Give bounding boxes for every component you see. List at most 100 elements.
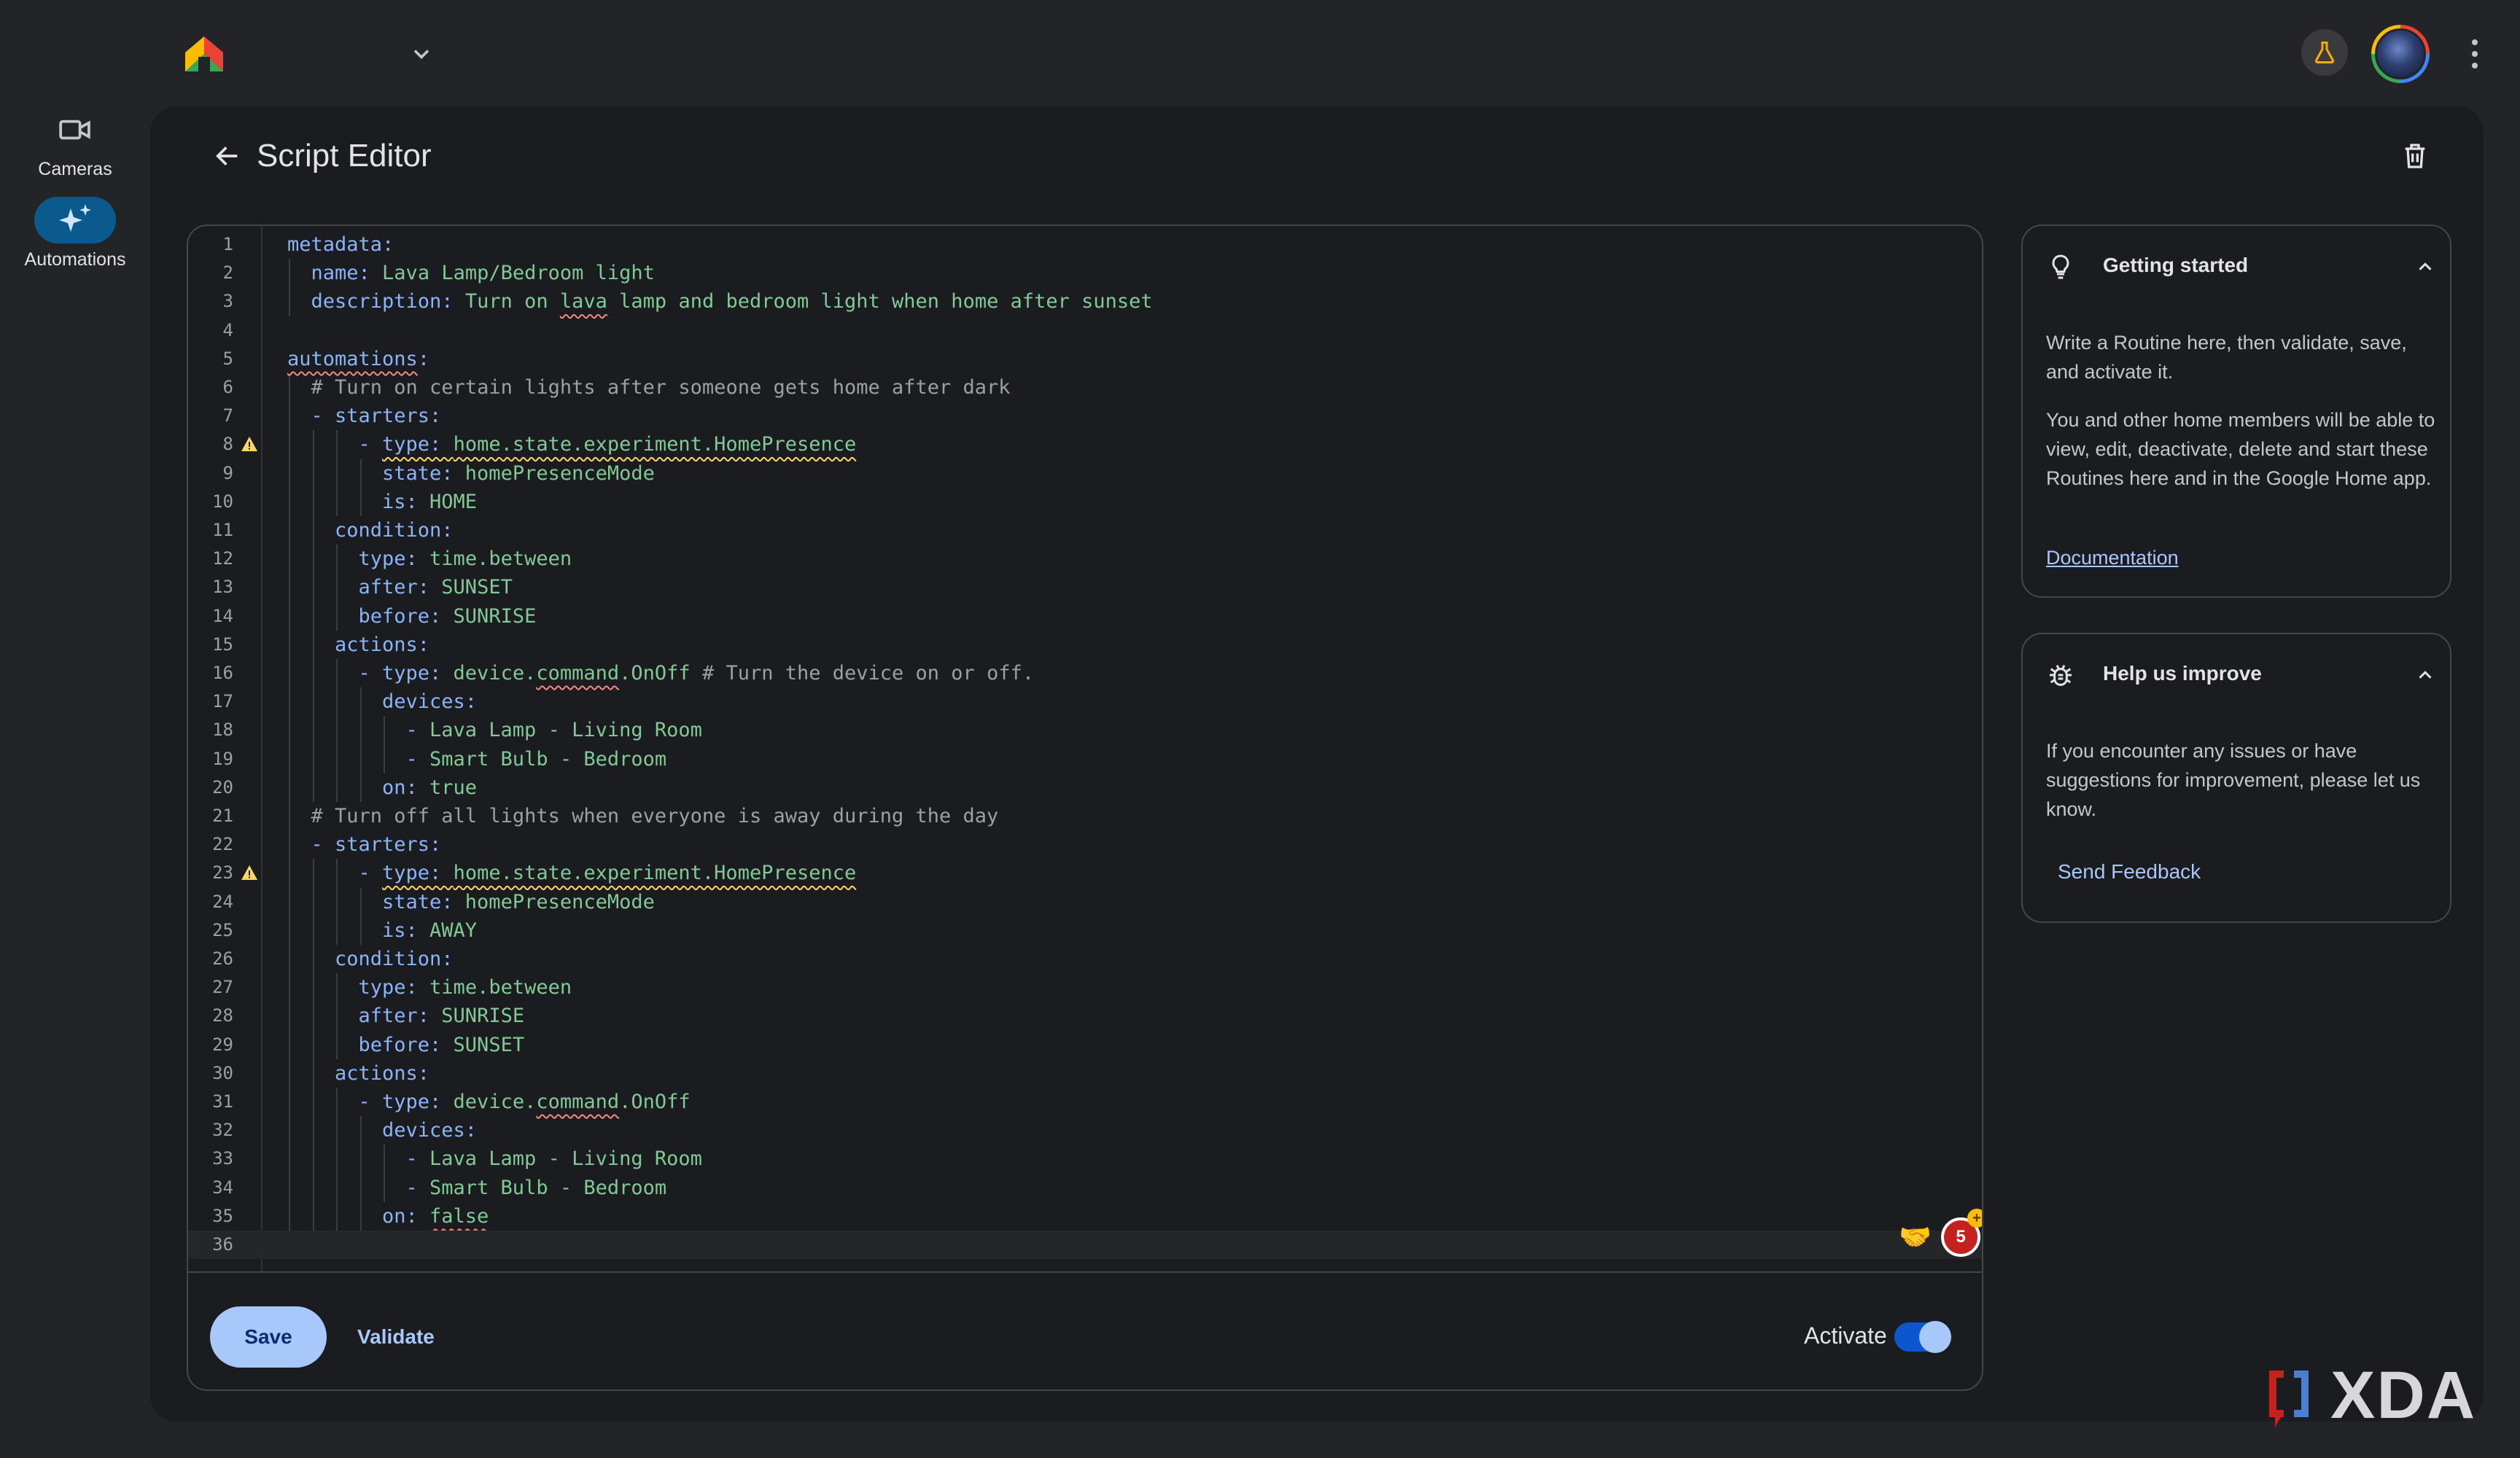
lightbulb-icon bbox=[2052, 254, 2069, 279]
code-line[interactable]: 6 # Turn on certain lights after someone … bbox=[188, 373, 1982, 402]
documentation-link[interactable]: Documentation bbox=[2046, 547, 2179, 569]
line-number: 32 bbox=[212, 1120, 233, 1141]
code-line[interactable]: 33 - Lava Lamp - Living Room bbox=[188, 1145, 1982, 1173]
code-text: condition: bbox=[335, 519, 454, 542]
code-line[interactable]: 20 on: true bbox=[188, 773, 1982, 802]
code-line[interactable]: 29 before: SUNSET bbox=[188, 1031, 1982, 1059]
handshake-emoji-icon[interactable]: 🤝 bbox=[1899, 1222, 1932, 1252]
activate-label: Activate bbox=[1804, 1322, 1887, 1349]
code-text: condition: bbox=[335, 948, 454, 970]
code-line[interactable]: 28 after: SUNRISE bbox=[188, 1002, 1982, 1030]
warning-icon[interactable] bbox=[241, 865, 258, 881]
code-line[interactable]: 5 automations: bbox=[188, 345, 1982, 373]
code-line[interactable]: 35 on: false bbox=[188, 1202, 1982, 1231]
chevron-up-icon[interactable] bbox=[2411, 252, 2440, 281]
code-line[interactable]: 7 - starters: bbox=[188, 402, 1982, 430]
code-line[interactable]: 14 before: SUNRISE bbox=[188, 602, 1982, 631]
code-text: after: SUNRISE bbox=[358, 1005, 525, 1028]
card-paragraph: If you encounter any issues or have sugg… bbox=[2046, 740, 2421, 820]
main-panel: Script Editor 1 metadata: 2 name: Lava Lamp… bbox=[150, 106, 2484, 1422]
chevron-up-icon[interactable] bbox=[2411, 660, 2440, 690]
nav-item-label: Cameras bbox=[38, 159, 112, 179]
code-line[interactable]: 30 actions: bbox=[188, 1059, 1982, 1088]
save-button[interactable]: Save bbox=[210, 1306, 327, 1368]
code-line[interactable]: 17 devices: bbox=[188, 687, 1982, 716]
code-line[interactable]: 19 - Smart Bulb - Bedroom bbox=[188, 745, 1982, 773]
nav-item-cameras[interactable]: Cameras bbox=[0, 106, 150, 180]
back-button[interactable] bbox=[204, 133, 251, 179]
code-line[interactable]: 13 after: SUNSET bbox=[188, 573, 1982, 601]
card-title: Help us improve bbox=[2103, 662, 2262, 685]
code-line[interactable]: 18 - Lava Lamp - Living Room bbox=[188, 716, 1982, 744]
line-number: 28 bbox=[212, 1005, 233, 1026]
code-line[interactable]: 24 state: homePresenceMode bbox=[188, 888, 1982, 916]
line-number: 24 bbox=[212, 891, 233, 912]
code-text: - starters: bbox=[311, 405, 442, 428]
code-line[interactable]: 10 is: HOME bbox=[188, 488, 1982, 516]
code-text: type: time.between bbox=[358, 976, 572, 999]
code-line[interactable]: 21 # Turn off all lights when everyone is… bbox=[188, 802, 1982, 830]
line-number: 36 bbox=[212, 1234, 233, 1255]
chevron-down-icon[interactable] bbox=[408, 41, 435, 67]
code-line[interactable]: 34 - Smart Bulb - Bedroom bbox=[188, 1174, 1982, 1202]
code-text: after: SUNSET bbox=[358, 576, 513, 599]
code-line[interactable]: 8 - type: home.state.experiment.HomePrese… bbox=[188, 430, 1982, 459]
code-text: - type: home.state.experiment.HomePresen… bbox=[358, 862, 857, 885]
code-line[interactable]: 15 actions: bbox=[188, 631, 1982, 659]
code-editor[interactable]: 1 metadata: 2 name: Lava Lamp/Bedroom light… bbox=[188, 226, 1982, 1273]
code-text: state: homePresenceMode bbox=[382, 890, 655, 913]
top-bar bbox=[0, 0, 2520, 106]
line-number: 18 bbox=[212, 720, 233, 741]
line-number: 2 bbox=[222, 262, 233, 284]
help-improve-card: Help us improve If you encounter any iss… bbox=[2021, 633, 2451, 923]
code-line[interactable]: 27 type: time.between bbox=[188, 973, 1982, 1002]
google-home-logo[interactable] bbox=[184, 35, 225, 73]
code-text: - Smart Bulb - Bedroom bbox=[405, 1176, 667, 1199]
line-number: 16 bbox=[212, 663, 233, 683]
code-line[interactable]: 1 metadata: bbox=[188, 230, 1982, 259]
code-text: metadata: bbox=[287, 233, 394, 256]
warning-icon[interactable] bbox=[241, 436, 258, 452]
avatar[interactable] bbox=[2371, 25, 2430, 83]
card-title: Getting started bbox=[2103, 254, 2249, 276]
line-number: 7 bbox=[222, 405, 233, 426]
code-line[interactable]: 32 devices: bbox=[188, 1116, 1982, 1145]
video-camera-icon bbox=[59, 120, 90, 140]
send-feedback-link[interactable]: Send Feedback bbox=[2058, 860, 2201, 884]
code-line[interactable]: 36 bbox=[188, 1231, 1982, 1260]
code-line[interactable]: 25 is: AWAY bbox=[188, 916, 1982, 945]
code-line[interactable]: 22 - starters: bbox=[188, 830, 1982, 859]
line-number: 20 bbox=[212, 776, 233, 798]
nav-item-label: Automations bbox=[24, 249, 126, 270]
line-number: 8 bbox=[222, 434, 233, 455]
code-line[interactable]: 12 type: time.between bbox=[188, 545, 1982, 573]
code-text: before: SUNRISE bbox=[358, 604, 537, 628]
code-text: state: homePresenceMode bbox=[382, 461, 655, 485]
code-line[interactable]: 31 - type: device.command.OnOff bbox=[188, 1088, 1982, 1116]
delete-button[interactable] bbox=[2392, 133, 2438, 179]
nav-item-automations[interactable]: Automations bbox=[0, 197, 150, 270]
validate-button[interactable]: Validate bbox=[349, 1306, 443, 1368]
code-text: is: HOME bbox=[382, 490, 478, 513]
code-line[interactable]: 11 condition: bbox=[188, 516, 1982, 545]
code-line[interactable]: 4 bbox=[188, 316, 1982, 345]
line-number: 29 bbox=[212, 1034, 233, 1055]
card-paragraph: You and other home members will be able … bbox=[2046, 409, 2435, 489]
labs-button[interactable] bbox=[2301, 29, 2348, 76]
code-text: on: false bbox=[382, 1204, 489, 1228]
code-line[interactable]: 23 - type: home.state.experiment.HomePres… bbox=[188, 859, 1982, 887]
line-number: 1 bbox=[222, 234, 233, 254]
code-line[interactable]: 3 description: Turn on lava lamp and bedr… bbox=[188, 287, 1982, 316]
line-number: 22 bbox=[212, 834, 233, 855]
activate-toggle[interactable] bbox=[1894, 1321, 1951, 1353]
line-number: 33 bbox=[212, 1148, 233, 1169]
code-text: # Turn off all lights when everyone is a… bbox=[311, 805, 999, 827]
sparkle-icon bbox=[59, 204, 91, 232]
code-line[interactable]: 9 state: homePresenceMode bbox=[188, 459, 1982, 488]
code-text: on: true bbox=[382, 776, 478, 799]
line-number: 26 bbox=[212, 948, 233, 969]
code-line[interactable]: 26 condition: bbox=[188, 945, 1982, 973]
code-line[interactable]: 2 name: Lava Lamp/Bedroom light bbox=[188, 259, 1982, 287]
more-options-icon[interactable] bbox=[2462, 35, 2488, 73]
code-line[interactable]: 16 - type: device.command.OnOff # Turn th… bbox=[188, 659, 1982, 687]
